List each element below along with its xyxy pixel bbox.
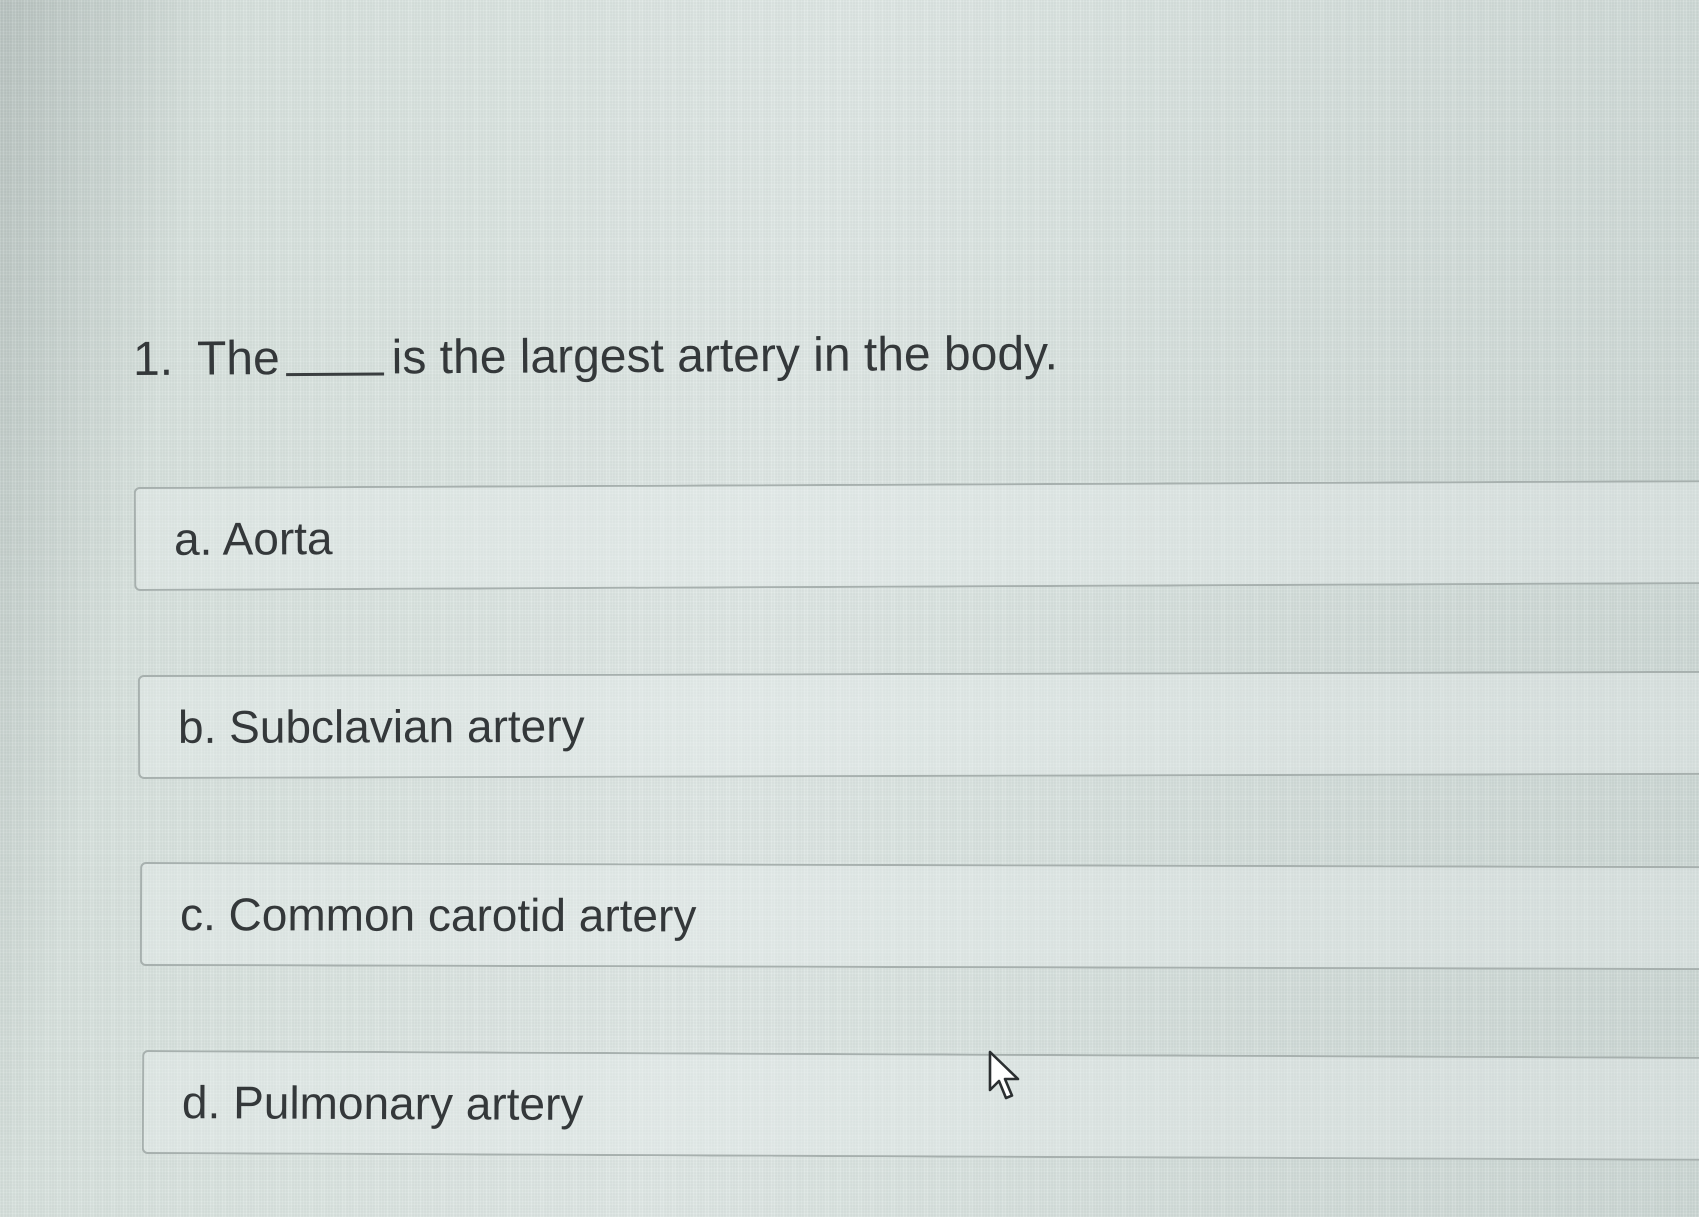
- option-c-label: c. Common carotid artery: [179, 888, 697, 942]
- option-a-label: a. Aorta: [173, 512, 333, 565]
- mouse-pointer-icon: [988, 1050, 1020, 1100]
- option-a[interactable]: a. Aorta: [133, 480, 1699, 591]
- option-d-label: d. Pulmonary artery: [181, 1076, 584, 1130]
- answer-options: a. Aorta b. Subclavian artery c. Common …: [0, 0, 1699, 1217]
- option-c[interactable]: c. Common carotid artery: [139, 862, 1699, 971]
- option-d[interactable]: d. Pulmonary artery: [141, 1050, 1699, 1161]
- option-b[interactable]: b. Subclavian artery: [137, 670, 1699, 779]
- option-b-label: b. Subclavian artery: [177, 699, 585, 753]
